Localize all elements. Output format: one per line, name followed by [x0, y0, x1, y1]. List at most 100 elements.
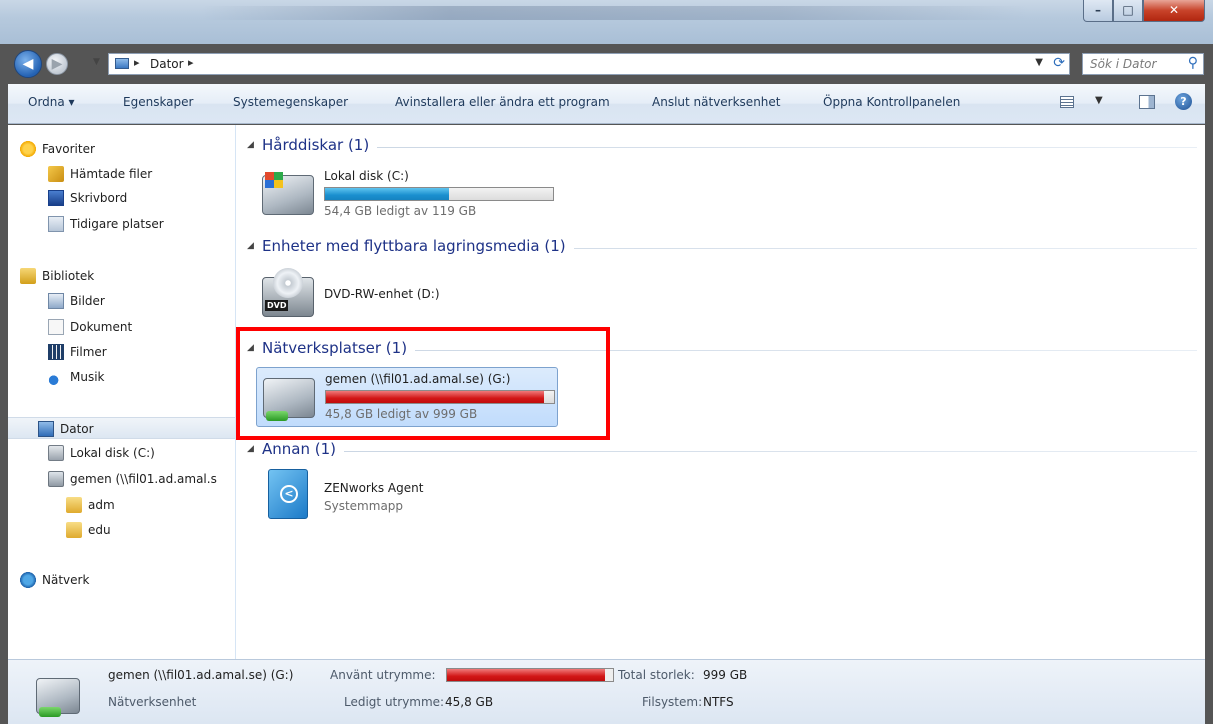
group-title: Hårddiskar (1)	[262, 136, 378, 154]
nav-desktop[interactable]: Skrivbord	[48, 187, 228, 209]
dvd-label: DVD	[265, 300, 289, 311]
nav-local-disk[interactable]: Lokal disk (C:)	[48, 442, 228, 464]
zenworks-tile[interactable]: < ZENworks Agent Systemmapp	[256, 467, 558, 527]
minimize-button[interactable]: –	[1083, 0, 1113, 22]
collapse-icon[interactable]: ◢	[247, 140, 254, 150]
nav-folder-adm-label: adm	[88, 498, 115, 512]
minimize-icon: –	[1095, 3, 1101, 17]
nav-desktop-label: Skrivbord	[70, 191, 128, 205]
preview-pane-icon[interactable]	[1139, 95, 1155, 109]
nav-recent-places[interactable]: Tidigare platser	[48, 213, 228, 235]
close-button[interactable]: ✕	[1143, 0, 1205, 22]
change-view-icon[interactable]	[1060, 96, 1074, 108]
drive-c-tile[interactable]: Lokal disk (C:) 54,4 GB ledigt av 119 GB	[256, 165, 558, 225]
map-network-drive-button[interactable]: Anslut nätverksenhet	[652, 95, 781, 109]
nav-videos[interactable]: Filmer	[48, 341, 228, 363]
details-used-label: Använt utrymme:	[330, 668, 436, 682]
nav-folder-edu[interactable]: edu	[66, 519, 226, 541]
maximize-icon: □	[1122, 3, 1134, 17]
refresh-icon[interactable]: ⟳	[1053, 55, 1065, 71]
back-button[interactable]: ◀	[14, 50, 42, 78]
nav-music-label: Musik	[70, 370, 105, 384]
nav-network[interactable]: Nätverk	[20, 569, 220, 591]
nav-network-label: Nätverk	[42, 573, 90, 587]
computer-icon	[115, 58, 129, 69]
collapse-icon[interactable]: ◢	[247, 241, 254, 251]
nav-favorites-label: Favoriter	[42, 142, 95, 156]
nav-libraries-label: Bibliotek	[42, 269, 95, 283]
recent-places-icon	[48, 216, 64, 232]
nav-local-disk-label: Lokal disk (C:)	[70, 446, 155, 460]
zenworks-type: Systemmapp	[324, 499, 404, 513]
nav-computer[interactable]: Dator	[8, 417, 235, 439]
details-type: Nätverksenhet	[108, 695, 197, 709]
breadcrumb-separator[interactable]: ▸	[188, 56, 194, 69]
navigation-pane: Favoriter Hämtade filer Skrivbord Tidiga…	[8, 125, 236, 659]
group-title: Annan (1)	[262, 440, 344, 458]
computer-icon	[38, 421, 54, 437]
nav-documents-label: Dokument	[70, 320, 133, 334]
properties-button[interactable]: Egenskaper	[123, 95, 193, 109]
command-bar: Ordna ▾ Egenskaper Systemegenskaper Avin…	[8, 84, 1205, 124]
nav-network-drive[interactable]: gemen (\\fil01.ad.amal.s	[48, 468, 235, 490]
nav-music[interactable]: Musik	[48, 366, 228, 388]
organize-button[interactable]: Ordna ▾	[28, 95, 75, 109]
dvd-drive-icon: DVD	[262, 268, 314, 317]
folder-icon	[66, 522, 82, 538]
collapse-icon[interactable]: ◢	[247, 444, 254, 454]
nav-folder-edu-label: edu	[88, 523, 111, 537]
nav-videos-label: Filmer	[70, 345, 107, 359]
nav-pictures-label: Bilder	[70, 294, 105, 308]
documents-icon	[48, 319, 64, 335]
group-header-other[interactable]: ◢ Annan (1)	[247, 440, 1197, 462]
local-disk-icon	[48, 445, 64, 461]
recent-pages-dropdown-icon[interactable]: ▼	[93, 57, 100, 67]
libraries-icon	[20, 268, 36, 284]
network-drive-icon	[36, 678, 80, 717]
group-divider	[262, 451, 1197, 452]
group-header-harddisks[interactable]: ◢ Hårddiskar (1)	[247, 136, 1197, 158]
group-title: Enheter med flyttbara lagringsmedia (1)	[262, 237, 574, 255]
close-icon: ✕	[1168, 3, 1180, 17]
details-usage-bar	[446, 668, 614, 682]
address-bar[interactable]: ▸ Dator ▸ ▼ ⟳	[108, 53, 1070, 75]
nav-documents[interactable]: Dokument	[48, 316, 228, 338]
nav-favorites[interactable]: Favoriter	[20, 138, 220, 160]
maximize-button[interactable]: □	[1113, 0, 1143, 22]
search-placeholder: Sök i Dator	[1090, 57, 1157, 71]
nav-network-drive-label: gemen (\\fil01.ad.amal.s	[70, 472, 217, 486]
music-icon	[48, 369, 64, 385]
help-icon[interactable]: ?	[1175, 93, 1192, 110]
details-free-label: Ledigt utrymme:	[344, 695, 445, 709]
details-total-value: 999 GB	[703, 668, 748, 682]
search-icon[interactable]: ⚲	[1188, 55, 1198, 71]
nav-libraries[interactable]: Bibliotek	[20, 265, 220, 287]
group-divider	[262, 147, 1197, 148]
nav-pictures[interactable]: Bilder	[48, 290, 228, 312]
title-blur	[200, 6, 1030, 20]
nav-downloads[interactable]: Hämtade filer	[48, 163, 228, 185]
drive-d-tile[interactable]: DVD DVD-RW-enhet (D:)	[256, 267, 558, 327]
network-icon	[20, 572, 36, 588]
folder-icon	[66, 497, 82, 513]
network-drive-icon	[48, 471, 64, 487]
group-header-removable[interactable]: ◢ Enheter med flyttbara lagringsmedia (1…	[247, 237, 1197, 259]
details-fs-label: Filsystem:	[642, 695, 703, 709]
forward-arrow-icon: ▶	[51, 56, 63, 72]
open-control-panel-button[interactable]: Öppna Kontrollpanelen	[823, 95, 960, 109]
details-free-value: 45,8 GB	[445, 695, 494, 709]
breadcrumb-dator[interactable]: Dator	[150, 57, 184, 71]
details-usage-fill	[447, 669, 606, 681]
address-dropdown-icon[interactable]: ▼	[1035, 57, 1043, 68]
uninstall-program-button[interactable]: Avinstallera eller ändra ett program	[395, 95, 610, 109]
breadcrumb-separator[interactable]: ▸	[134, 56, 140, 69]
view-dropdown-icon[interactable]: ▼	[1095, 95, 1103, 106]
search-input[interactable]: Sök i Dator ⚲	[1082, 53, 1204, 75]
forward-button[interactable]: ▶	[46, 53, 68, 75]
nav-recent-label: Tidigare platser	[70, 217, 164, 231]
system-properties-button[interactable]: Systemegenskaper	[233, 95, 348, 109]
nav-folder-adm[interactable]: adm	[66, 494, 226, 516]
details-pane: gemen (\\fil01.ad.amal.se) (G:) Nätverks…	[8, 659, 1205, 724]
downloads-folder-icon	[48, 166, 64, 182]
details-fs-value: NTFS	[703, 695, 734, 709]
